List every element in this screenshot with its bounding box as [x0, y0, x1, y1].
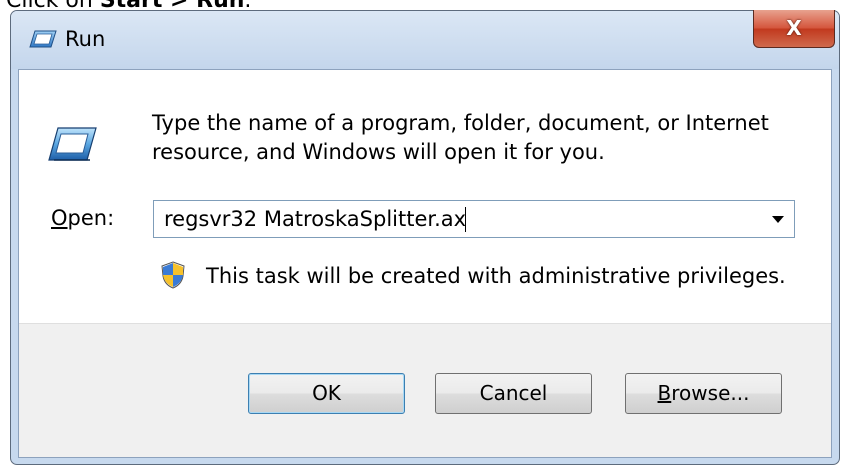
uac-shield-icon: [161, 261, 185, 289]
browse-button-label: rowse...: [671, 381, 750, 405]
run-dialog-window: Run X Type the name of a program, folder…: [10, 10, 840, 465]
title-bar[interactable]: Run X: [11, 10, 839, 69]
ok-button-label: OK: [312, 381, 341, 405]
close-button[interactable]: X: [753, 10, 835, 48]
run-dialog-icon: [29, 29, 57, 49]
browse-button[interactable]: Browse...: [625, 373, 782, 414]
cancel-button-label: Cancel: [479, 381, 548, 405]
chevron-down-icon[interactable]: [772, 216, 784, 223]
run-program-icon: [46, 126, 98, 162]
text-caret: [465, 207, 466, 232]
window-title: Run: [65, 27, 106, 51]
command-input[interactable]: [154, 201, 754, 237]
open-label-text: pen:: [67, 206, 115, 230]
admin-privileges-note: This task will be created with administr…: [206, 264, 786, 288]
dialog-body: Type the name of a program, folder, docu…: [18, 69, 832, 458]
browse-button-accelerator: B: [657, 381, 672, 405]
open-combobox[interactable]: [153, 200, 795, 238]
cancel-button[interactable]: Cancel: [435, 373, 592, 414]
close-icon: X: [786, 16, 802, 40]
ok-button[interactable]: OK: [248, 373, 405, 414]
open-label-accelerator: O: [51, 206, 68, 230]
dialog-description: Type the name of a program, folder, docu…: [152, 111, 769, 164]
open-label: Open:: [51, 204, 114, 232]
button-bar: OK Cancel Browse...: [19, 323, 831, 457]
